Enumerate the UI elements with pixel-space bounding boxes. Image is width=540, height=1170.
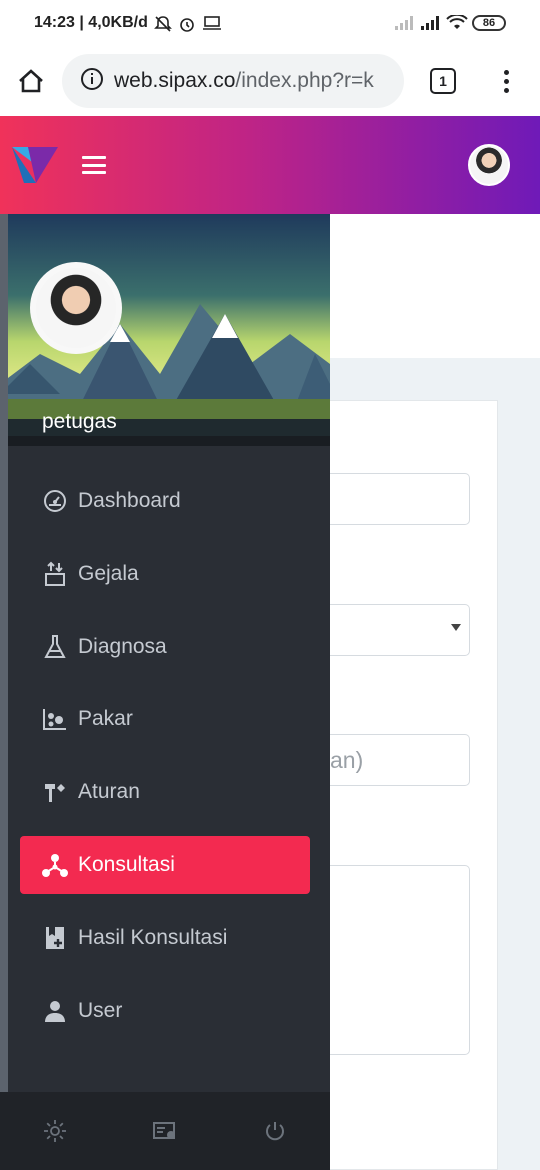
sort-icon bbox=[20, 545, 78, 603]
sidebar-scrollbar[interactable] bbox=[0, 214, 8, 1092]
sidebar-item-diagnosa[interactable]: Diagnosa bbox=[20, 618, 310, 676]
settings-icon[interactable] bbox=[25, 1101, 85, 1161]
form-input[interactable] bbox=[330, 473, 470, 525]
info-icon[interactable] bbox=[80, 67, 104, 96]
sidebar-item-label: Gejala bbox=[78, 562, 139, 585]
sidebar-item-label: Dashboard bbox=[78, 489, 181, 512]
status-bar: 14:23 | 4,0KB/d 86 bbox=[0, 0, 540, 46]
mute-bell-icon bbox=[153, 15, 172, 32]
avatar[interactable] bbox=[468, 144, 510, 186]
sidebar-item-dashboard[interactable]: Dashboard bbox=[20, 472, 310, 530]
id-card-icon[interactable] bbox=[135, 1101, 195, 1161]
sidebar: petugas Dashboard Gejala Diagnosa Pakar … bbox=[0, 214, 330, 1170]
sidebar-item-user[interactable]: User bbox=[20, 982, 310, 1040]
tool-icon bbox=[20, 763, 78, 821]
flask-icon bbox=[20, 618, 78, 676]
url-bar[interactable]: web.sipax.co/index.php?r=k bbox=[62, 54, 404, 108]
profile-name: petugas bbox=[42, 410, 117, 433]
profile-avatar[interactable] bbox=[30, 262, 122, 354]
sidebar-footer bbox=[0, 1092, 330, 1170]
url-path: /index.php?r=k bbox=[235, 69, 374, 92]
chart-icon bbox=[20, 690, 78, 748]
tab-count-button[interactable]: 1 bbox=[430, 68, 456, 94]
sidebar-item-gejala[interactable]: Gejala bbox=[20, 545, 310, 603]
wifi-icon bbox=[446, 13, 468, 31]
status-time: 14:23 | 4,0KB/d bbox=[34, 14, 148, 31]
hub-icon bbox=[20, 836, 78, 894]
sidebar-item-pakar[interactable]: Pakar bbox=[20, 690, 310, 748]
menu-icon[interactable] bbox=[82, 156, 106, 174]
sidebar-item-label: Pakar bbox=[78, 707, 133, 730]
form-select[interactable] bbox=[330, 604, 470, 656]
laptop-icon bbox=[202, 15, 221, 31]
url-text: web.sipax.co/index.php?r=k bbox=[114, 69, 374, 93]
user-icon bbox=[20, 982, 78, 1040]
sidebar-item-label: Diagnosa bbox=[78, 635, 167, 658]
alarm-icon bbox=[178, 15, 196, 32]
input-placeholder-text: an) bbox=[330, 746, 364, 773]
sidebar-item-label: User bbox=[78, 999, 123, 1022]
url-domain: web.sipax.co bbox=[114, 69, 236, 92]
sidebar-profile: petugas bbox=[0, 214, 330, 446]
logo-icon[interactable] bbox=[10, 143, 60, 187]
browser-toolbar: web.sipax.co/index.php?r=k 1 bbox=[0, 46, 540, 116]
sidebar-item-label: Hasil Konsultasi bbox=[78, 926, 228, 949]
power-icon[interactable] bbox=[245, 1101, 305, 1161]
more-vert-icon[interactable] bbox=[494, 61, 518, 101]
sidebar-item-label: Aturan bbox=[78, 780, 140, 803]
form-textarea[interactable] bbox=[330, 865, 470, 1055]
dashboard-icon bbox=[20, 472, 78, 530]
sidebar-item-aturan[interactable]: Aturan bbox=[20, 763, 310, 821]
app-header bbox=[0, 116, 540, 214]
battery-icon: 86 bbox=[472, 15, 506, 31]
sidebar-item-konsultasi[interactable]: Konsultasi bbox=[20, 836, 310, 894]
sidebar-item-hasil-konsultasi[interactable]: Hasil Konsultasi bbox=[20, 909, 310, 967]
caret-down-icon bbox=[451, 624, 461, 631]
home-icon[interactable] bbox=[0, 46, 62, 116]
screen: 14:23 | 4,0KB/d 86 web.sipax.co/index.ph… bbox=[0, 0, 540, 1170]
signal-icon bbox=[420, 15, 439, 31]
signal-icon bbox=[394, 15, 413, 31]
sidebar-item-label: Konsultasi bbox=[78, 853, 175, 876]
form-input-placeholder[interactable]: an) bbox=[330, 734, 470, 786]
bookmark-add-icon bbox=[20, 909, 78, 967]
